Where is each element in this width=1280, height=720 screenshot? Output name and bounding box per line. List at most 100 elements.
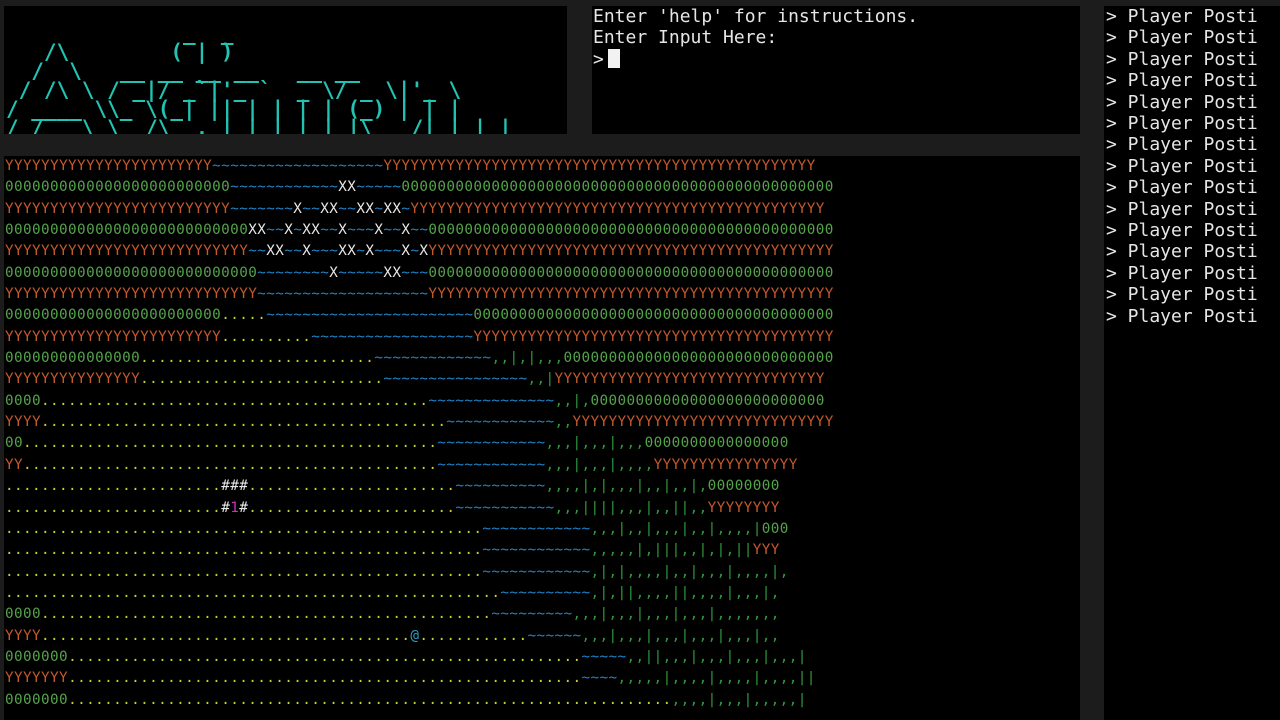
terrain-tile: ,,,, — [545, 478, 582, 495]
terrain-tile: ~~~~~~~~~~~~ — [482, 563, 591, 580]
terrain-tile: , — [608, 584, 618, 601]
terrain-tile: , — [779, 563, 789, 580]
terrain-tile: ....................... — [248, 478, 456, 495]
terrain-tile: ,, — [761, 627, 780, 644]
terrain-tile: ~~~ — [374, 243, 402, 260]
terrain-tile: | — [635, 542, 645, 559]
terrain-tile: ,, — [626, 520, 645, 537]
terrain-tile: | — [752, 520, 762, 537]
terrain-tile: ~~ — [410, 222, 429, 239]
terrain-tile: | — [644, 627, 654, 644]
terrain-tile: YYYYYYYYYYYYYYYY — [653, 456, 798, 473]
terrain-tile: | — [707, 606, 717, 623]
log-entry: > Player Posti — [1106, 177, 1258, 199]
terrain-tile: YYYY — [5, 414, 42, 431]
log-entry: > Player Posti — [1106, 134, 1258, 156]
terrain-tile: ~~ — [284, 243, 303, 260]
terrain-tile: ,,, — [581, 435, 609, 452]
console-prompt-line[interactable]: > — [592, 48, 1080, 70]
terrain-tile: | — [599, 478, 609, 495]
map-row: YYYYYYYYYYYYYYY.........................… — [5, 369, 834, 390]
map-row: 0000000.................................… — [5, 690, 834, 711]
terrain-tile: 000000000000000000000000000 — [5, 222, 249, 239]
terrain-tile: 0000000000000000 — [644, 435, 789, 452]
terrain-tile: , — [590, 563, 600, 580]
terrain-tile: ,,, — [545, 456, 573, 473]
terrain-tile: YYYYYYYYYYYYYYYYYYYYYYYYYYYYYY — [554, 371, 825, 388]
terrain-tile: ~~~~~~~~ — [257, 264, 330, 281]
terrain-tile: XX — [338, 243, 357, 260]
text-cursor[interactable] — [607, 48, 620, 68]
logo-panel: _ _ /\ ( | ) / \ __ __ __ __ __ __ / /\ … — [4, 6, 567, 134]
terrain-tile: | — [716, 542, 726, 559]
terrain-tile: ........................................… — [41, 414, 447, 431]
terrain-tile: ,, — [491, 350, 510, 367]
terrain-tile: ~~~ — [401, 264, 429, 281]
terrain-tile: ,,, — [581, 627, 609, 644]
player-marker[interactable]: @ — [410, 628, 419, 644]
terrain-tile: | — [608, 435, 618, 452]
terrain-tile: | — [761, 584, 771, 601]
terrain-tile: 00000000000000000000000000 — [590, 392, 825, 409]
log-entry: > Player Posti — [1106, 220, 1258, 242]
terrain-tile: XX — [383, 200, 402, 217]
log-entry: > Player Posti — [1106, 284, 1258, 306]
terrain-tile: ~~~~~~~~~~~~~ — [374, 350, 492, 367]
terrain-tile: ,,, — [554, 499, 582, 516]
terrain-tile: ~~~~~~~~~~~~~~~~~~~ — [257, 286, 429, 303]
terrain-tile: ,,, — [608, 478, 636, 495]
terrain-tile: 0000000000000000000000000000000000000000… — [428, 264, 834, 281]
terrain-tile: || — [671, 584, 690, 601]
terrain-tile: | — [752, 670, 762, 687]
terrain-tile: | — [725, 648, 735, 665]
map-row: YYYYYYYYYYYYYYYYYYYYYYYYYYY~~XX~~X~~~XX~… — [5, 241, 834, 262]
console-panel[interactable]: Enter 'help' for instructions. Enter Inp… — [592, 6, 1080, 134]
map-row: 0000000000000000000000000000~~~~~~~~X~~~… — [5, 263, 834, 284]
terrain-tile: , — [770, 584, 780, 601]
terrain-tile: 00000000 — [707, 478, 780, 495]
terrain-tile: || — [644, 648, 663, 665]
terrain-tile: 000000000000000000000000 — [5, 307, 222, 324]
log-entry: > Player Posti — [1106, 198, 1258, 220]
terrain-tile: ,,, — [653, 627, 681, 644]
terrain-tile: | — [662, 478, 672, 495]
terrain-tile: | — [581, 478, 591, 495]
terrain-tile: ~~~~~~~~~~~~~~~~~~ — [311, 328, 474, 345]
terrain-tile: 0000000000000000000000000 — [5, 179, 231, 196]
terrain-tile: ,, — [527, 371, 546, 388]
terrain-tile: 0000000 — [5, 648, 69, 665]
terrain-tile: ~~~~ — [581, 670, 618, 687]
npc-marker[interactable]: 1 — [230, 500, 239, 516]
terrain-tile: || — [734, 542, 753, 559]
terrain-tile: | — [635, 606, 645, 623]
map-row: 00......................................… — [5, 433, 834, 454]
terrain-tile: ,,, — [581, 456, 609, 473]
game-map[interactable]: YYYYYYYYYYYYYYYYYYYYYYY~~~~~~~~~~~~~~~~~… — [5, 156, 834, 711]
map-panel[interactable]: YYYYYYYYYYYYYYYYYYYYYYY~~~~~~~~~~~~~~~~~… — [4, 156, 1080, 720]
terrain-tile: XX — [320, 200, 339, 217]
terrain-tile: ~~~~~~~~~~~~ — [482, 520, 591, 537]
game-logo: _ _ /\ ( | ) / \ __ __ __ __ __ __ / /\ … — [6, 21, 512, 135]
terrain-tile: | — [572, 456, 582, 473]
terrain-tile: ,,, — [653, 520, 681, 537]
terrain-tile: ........................................… — [41, 627, 411, 644]
terrain-tile: ,,, — [545, 435, 573, 452]
terrain-tile: ~ — [374, 200, 384, 217]
terrain-tile: ..... — [221, 307, 267, 324]
terrain-tile: | — [572, 435, 582, 452]
terrain-tile: | — [599, 563, 609, 580]
terrain-tile: | — [662, 563, 672, 580]
terrain-tile: ~~~~~~ — [527, 627, 582, 644]
terrain-tile: ........................................… — [5, 520, 483, 537]
terrain-tile: ~~ — [320, 222, 339, 239]
terrain-tile: ,,, — [725, 627, 753, 644]
terrain-tile: ........................ — [5, 478, 222, 495]
terrain-tile: ,, — [626, 648, 645, 665]
terrain-tile: ,, — [671, 563, 690, 580]
terrain-tile: | — [689, 478, 699, 495]
terrain-tile: ,,,, — [635, 584, 672, 601]
map-row: YYYYYYYYYYYYYYYYYYYYYYYY..........~~~~~~… — [5, 327, 834, 348]
terrain-tile: YYYYYYYY — [707, 499, 780, 516]
terrain-tile: ~~~ — [347, 222, 375, 239]
terrain-tile: XX — [356, 200, 375, 217]
